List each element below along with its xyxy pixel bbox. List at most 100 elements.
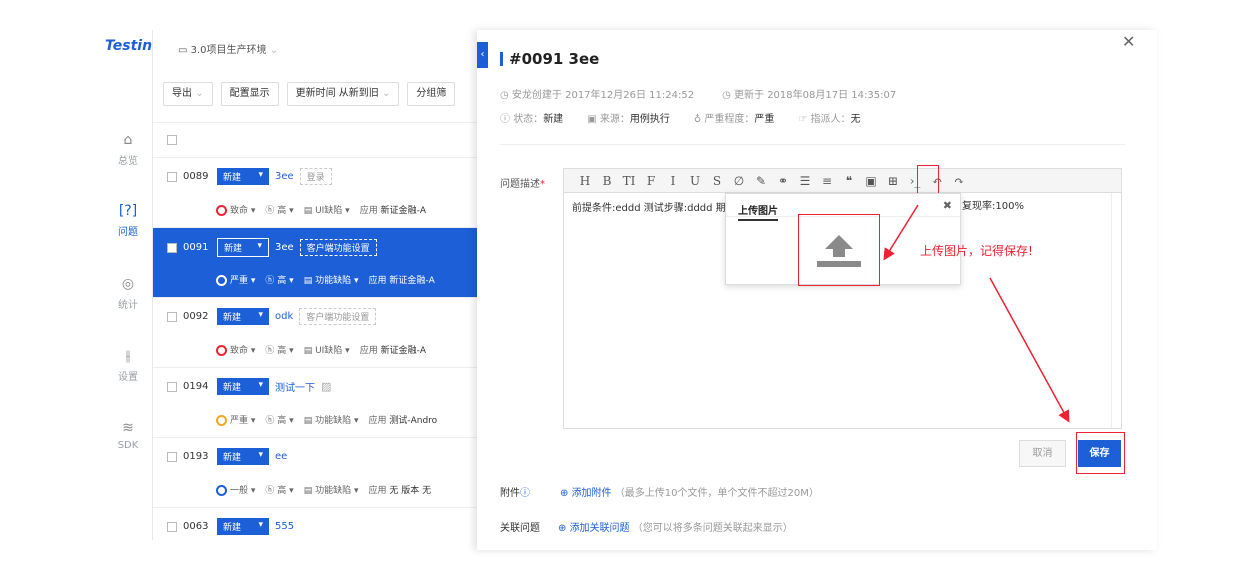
app-label: 应用 新证金融-A xyxy=(359,346,426,356)
editor-tool-11[interactable]: ≡ xyxy=(816,174,838,188)
issue-number: 0089 xyxy=(183,171,209,182)
caret-down-icon: ▾ xyxy=(258,170,263,180)
close-icon[interactable]: ✖ xyxy=(943,199,952,212)
priority-dropdown[interactable]: ⓗ 高 ▾ xyxy=(265,273,293,286)
status-dropdown[interactable]: 新建 ▾ xyxy=(217,518,269,535)
issue-row[interactable]: 0092 新建 ▾ odk 客户端功能设置 致命 ▾ ⓗ 高 ▾ ▤ UI缺陷 ▾… xyxy=(153,298,478,368)
layers-icon: ≋ xyxy=(122,420,134,436)
status-dropdown[interactable]: 新建 ▾ xyxy=(217,308,269,325)
issue-meta-fields: ⓘ 状态：新建 ▣ 来源：用例执行 ♁ 严重程度：严重 ☞ 指派人：无 xyxy=(500,110,861,125)
cancel-button[interactable]: 取消 xyxy=(1019,440,1066,467)
type-dropdown[interactable]: ▤ 功能缺陷 ▾ xyxy=(304,273,359,286)
row-checkbox[interactable] xyxy=(167,521,177,532)
source-icon: ▣ xyxy=(587,114,597,125)
editor-scrollbar[interactable] xyxy=(1111,193,1121,428)
issue-row[interactable]: 0193 新建 ▾ ee 一般 ▾ ⓗ 高 ▾ ▤ 功能缺陷 ▾ 应用 无 版本 … xyxy=(153,438,478,508)
row-checkbox[interactable] xyxy=(167,451,177,462)
upload-button[interactable] xyxy=(798,214,880,286)
assignee-field[interactable]: ☞ 指派人：无 xyxy=(798,110,860,125)
chevron-down-icon: ⌄ xyxy=(269,45,279,56)
editor-tool-7[interactable]: ∅ xyxy=(728,174,750,188)
module-tag: 客户端功能设置 xyxy=(299,239,377,256)
editor-tool-17[interactable]: ↷ xyxy=(948,174,970,188)
editor-tool-8[interactable]: ✎ xyxy=(750,174,772,188)
editor-tool-5[interactable]: U xyxy=(684,174,706,188)
issue-row[interactable]: 0063 新建 ▾ 555 xyxy=(153,508,478,543)
image-icon: ▨ xyxy=(321,380,332,393)
upload-image-popover: 上传图片 ✖ xyxy=(725,193,961,286)
issue-meta-times: ◷ 安龙创建于 2017年12月26日 11:24:52 ◷ 更新于 2018年… xyxy=(500,90,897,101)
rail-item-issues[interactable]: [?] 问题 xyxy=(108,203,148,238)
app-label: 应用 新证金融-A xyxy=(368,276,435,286)
issue-row[interactable]: 0089 新建 ▾ 3ee 登录 致命 ▾ ⓗ 高 ▾ ▤ UI缺陷 ▾ 应用 新… xyxy=(153,158,478,228)
add-attachment-link[interactable]: ⊕ 添加附件 xyxy=(560,488,612,499)
issue-title[interactable]: odk xyxy=(275,311,293,322)
status-dropdown[interactable]: 新建 ▾ xyxy=(217,168,269,185)
description-label: 问题描述* xyxy=(500,179,545,190)
issue-icon: [?] xyxy=(118,203,138,219)
editor-tool-2[interactable]: TI xyxy=(618,174,640,188)
severity-dropdown[interactable]: 致命 ▾ xyxy=(216,203,255,216)
upload-image-tab[interactable]: 上传图片 xyxy=(738,202,778,221)
list-header xyxy=(153,122,478,158)
severity-dropdown[interactable]: 一般 ▾ xyxy=(216,483,255,496)
priority-dropdown[interactable]: ⓗ 高 ▾ xyxy=(265,343,293,356)
status-dropdown[interactable]: 新建 ▾ xyxy=(217,238,269,257)
editor-tool-1[interactable]: B xyxy=(596,174,618,188)
status-field: ⓘ 状态：新建 xyxy=(500,114,564,125)
severity-dropdown[interactable]: 严重 ▾ xyxy=(216,413,255,426)
export-button[interactable]: 导出 ⌄ xyxy=(163,82,213,106)
rail-item-settings[interactable]: ⫲ 设置 xyxy=(108,348,148,383)
priority-dropdown[interactable]: ⓗ 高 ▾ xyxy=(265,203,293,216)
issue-title[interactable]: 3ee xyxy=(275,171,294,182)
severity-icon: ♁ xyxy=(693,114,702,125)
hand-icon: ☞ xyxy=(798,114,808,125)
editor-toolbar: H B TI F I U S ∅ ✎ ⚭ ☰ ≡ ❝ ▣ ⊞ ›_ ↶ ↷ xyxy=(564,169,1121,193)
status-dropdown[interactable]: 新建 ▾ xyxy=(217,448,269,465)
rail-item-sdk[interactable]: ≋ SDK xyxy=(108,420,148,451)
editor-tool-3[interactable]: F xyxy=(640,174,662,188)
info-icon: ⓘ xyxy=(500,114,510,125)
project-selector[interactable]: ▭ 3.0项目生产环境 ⌄ xyxy=(178,41,278,56)
issue-row[interactable]: 0194 新建 ▾ 测试一下 ▨ 严重 ▾ ⓗ 高 ▾ ▤ 功能缺陷 ▾ 应用 测… xyxy=(153,368,478,438)
severity-field[interactable]: ♁ 严重程度：严重 xyxy=(694,110,775,125)
editor-tool-9[interactable]: ⚭ xyxy=(772,174,794,188)
priority-dropdown[interactable]: ⓗ 高 ▾ xyxy=(265,483,293,496)
type-dropdown[interactable]: ▤ 功能缺陷 ▾ xyxy=(304,413,359,426)
rail-item-stats[interactable]: ◎ 统计 xyxy=(108,276,148,311)
editor-tool-13[interactable]: ▣ xyxy=(860,174,882,188)
editor-tool-14[interactable]: ⊞ xyxy=(882,174,904,188)
type-dropdown[interactable]: ▤ UI缺陷 ▾ xyxy=(304,343,350,356)
editor-tool-10[interactable]: ☰ xyxy=(794,174,816,188)
issue-row-selected[interactable]: 0091 新建 ▾ 3ee 客户端功能设置 严重 ▾ ⓗ 高 ▾ ▤ 功能缺陷 ▾… xyxy=(153,228,478,298)
row-checkbox[interactable] xyxy=(167,311,177,322)
row-checkbox[interactable] xyxy=(167,171,177,182)
status-dropdown[interactable]: 新建 ▾ xyxy=(217,378,269,395)
issue-title[interactable]: 555 xyxy=(275,521,294,532)
editor-tool-6[interactable]: S xyxy=(706,174,728,188)
close-icon[interactable]: ✕ xyxy=(1122,32,1135,51)
group-filter-button[interactable]: 分组筛 xyxy=(407,82,456,106)
config-display-button[interactable]: 配置显示 xyxy=(220,82,279,106)
collapse-drawer-button[interactable]: ‹ xyxy=(477,42,488,68)
severity-dropdown[interactable]: 严重 ▾ xyxy=(216,273,255,286)
issue-title[interactable]: 3ee xyxy=(275,242,294,253)
select-all-checkbox[interactable] xyxy=(167,135,177,145)
editor-tool-4[interactable]: I xyxy=(662,174,684,188)
clock-icon: ◷ xyxy=(722,90,731,101)
row-checkbox[interactable] xyxy=(167,381,177,392)
issue-detail-title: #0091 3ee xyxy=(500,52,599,67)
sort-button[interactable]: 更新时间 从新到旧 ⌄ xyxy=(286,82,400,106)
editor-tool-0[interactable]: H xyxy=(574,174,596,188)
row-checkbox[interactable] xyxy=(167,242,177,253)
editor-tool-12[interactable]: ❝ xyxy=(838,174,860,188)
add-related-issue-link[interactable]: ⊕ 添加关联问题 xyxy=(558,523,630,534)
type-dropdown[interactable]: ▤ UI缺陷 ▾ xyxy=(304,203,350,216)
rail-label: 问题 xyxy=(118,227,138,238)
severity-dropdown[interactable]: 致命 ▾ xyxy=(216,343,255,356)
type-dropdown[interactable]: ▤ 功能缺陷 ▾ xyxy=(304,483,359,496)
issue-title[interactable]: ee xyxy=(275,451,287,462)
issue-title[interactable]: 测试一下 xyxy=(275,379,315,394)
rail-item-overview[interactable]: ⌂ 总览 xyxy=(108,132,148,167)
priority-dropdown[interactable]: ⓗ 高 ▾ xyxy=(265,413,293,426)
